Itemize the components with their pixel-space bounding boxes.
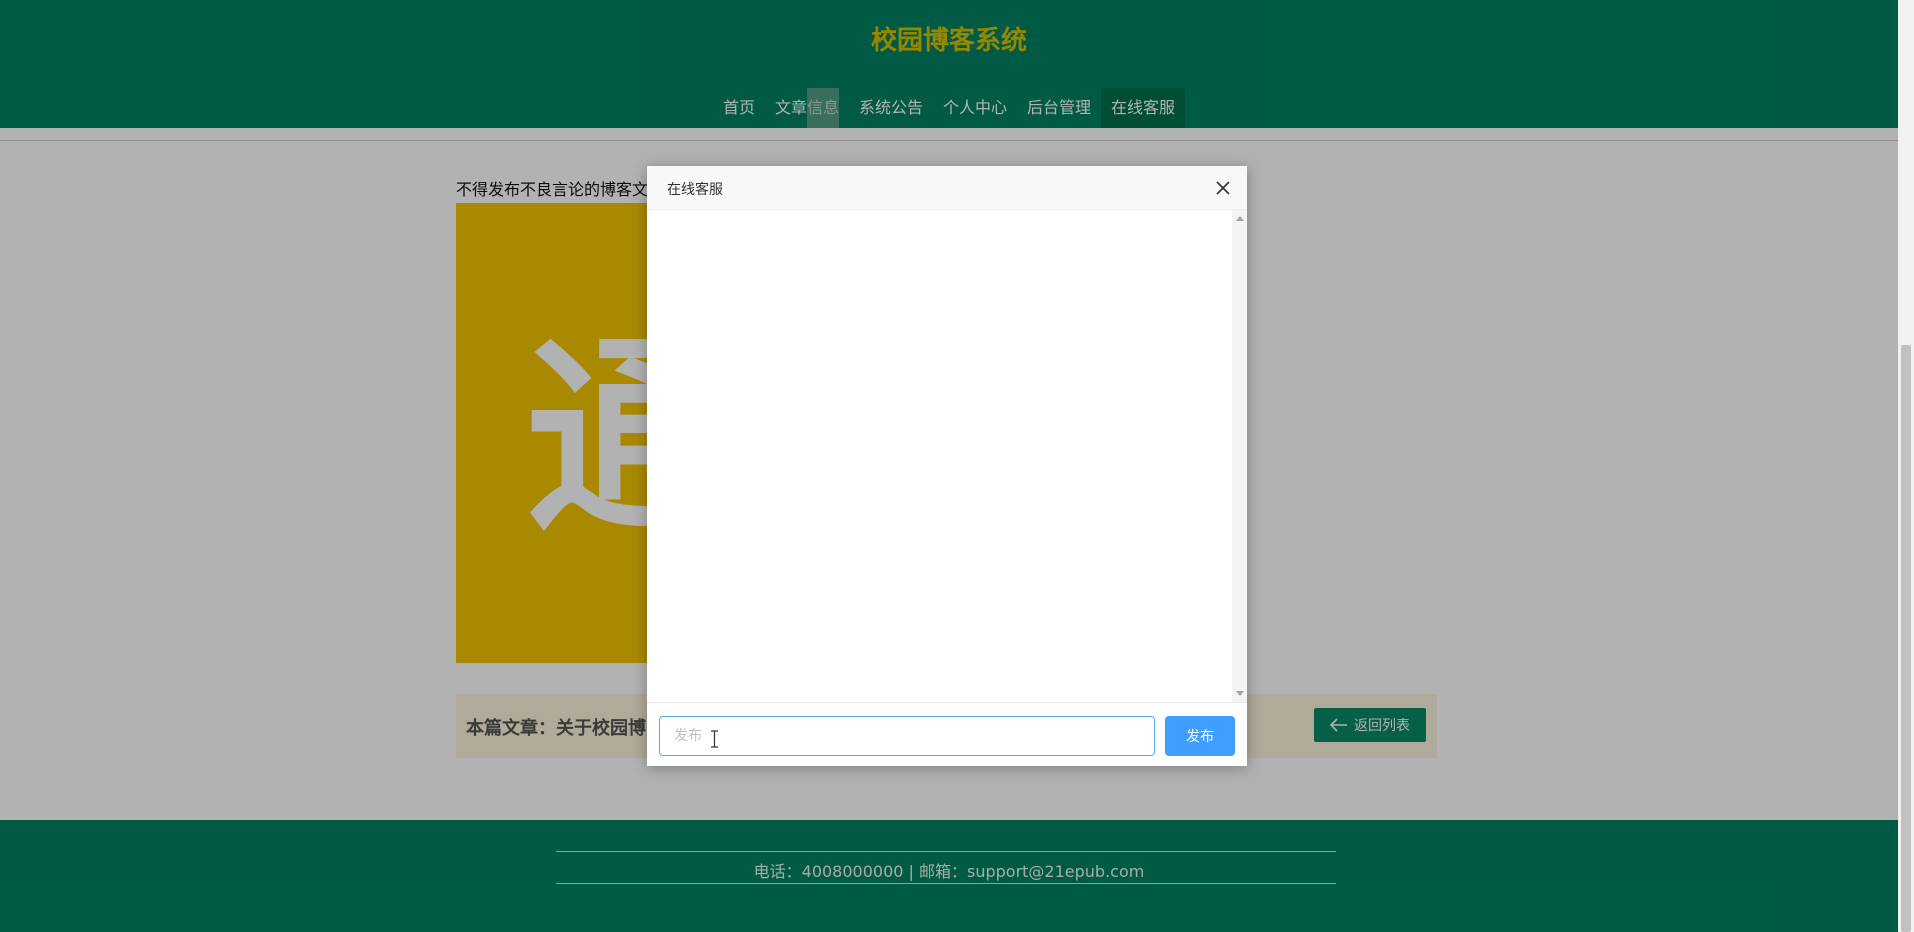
message-input[interactable]: [659, 716, 1155, 756]
scroll-down-arrow-icon[interactable]: [1236, 691, 1244, 696]
chat-scrollbar[interactable]: [1232, 210, 1247, 702]
composer-divider: [647, 702, 1247, 703]
chat-message-area[interactable]: [647, 210, 1232, 702]
send-message-button[interactable]: 发布: [1165, 716, 1235, 756]
scroll-up-arrow-icon[interactable]: [1236, 216, 1244, 221]
dialog-header: 在线客服: [647, 166, 1247, 210]
page-scrollbar[interactable]: [1898, 0, 1914, 932]
page-scrollbar-thumb[interactable]: [1901, 345, 1911, 932]
close-icon[interactable]: [1214, 179, 1232, 197]
support-chat-dialog: 在线客服 发布: [647, 166, 1247, 766]
dialog-title: 在线客服: [667, 182, 723, 198]
